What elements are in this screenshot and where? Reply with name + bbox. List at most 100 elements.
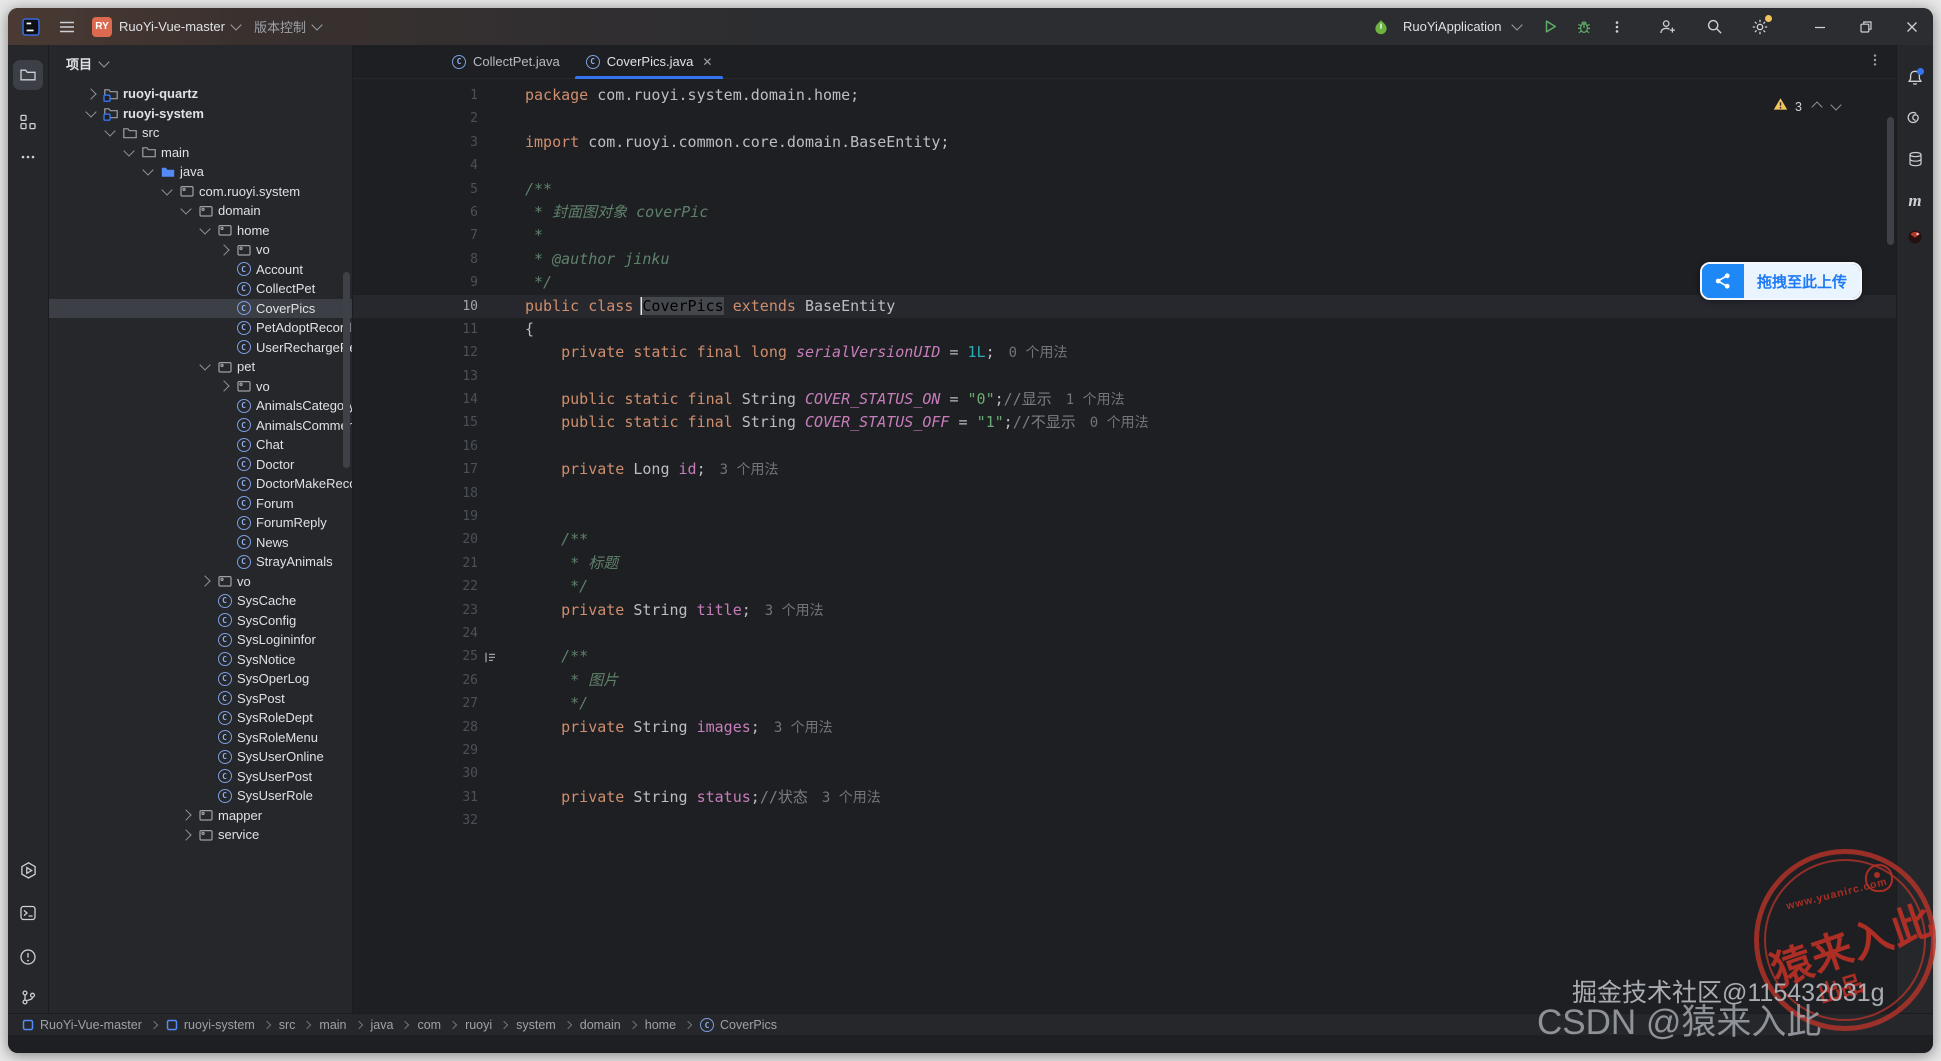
line-number[interactable]: 8 — [353, 248, 478, 271]
tree-item-SysLogininfor[interactable]: C SysLogininfor — [49, 630, 352, 650]
line-number[interactable]: 7 — [353, 224, 478, 247]
add-user-icon[interactable] — [1657, 16, 1679, 38]
project-scrollbar-thumb[interactable] — [343, 272, 350, 468]
code-line-31[interactable]: 31 private String status;//状态 3 个用法 — [353, 786, 1896, 809]
debug-button[interactable] — [1573, 16, 1595, 38]
expand-open-icon[interactable] — [176, 203, 195, 215]
code-line-22[interactable]: 22 */ — [353, 575, 1896, 598]
line-number[interactable]: 22 — [353, 575, 478, 598]
project-widget[interactable]: RY RuoYi-Vue-master — [92, 16, 242, 37]
breadcrumb-ruoyi-system[interactable]: ruoyi-system — [166, 1018, 255, 1032]
tree-item-SysRoleDept[interactable]: C SysRoleDept — [49, 708, 352, 728]
tree-item-ruoyi-system[interactable]: ruoyi-system — [49, 104, 352, 124]
tree-item-Doctor[interactable]: C Doctor — [49, 455, 352, 475]
breadcrumb-RuoYi-Vue-master[interactable]: RuoYi-Vue-master — [22, 1018, 142, 1032]
tree-item-SysUserRole[interactable]: C SysUserRole — [49, 786, 352, 806]
code-editor[interactable]: 1 package com.ruoyi.system.domain.home; 2 3… — [353, 78, 1896, 1013]
line-number[interactable]: 27 — [353, 692, 478, 715]
code-line-29[interactable]: 29 — [353, 739, 1896, 762]
line-number[interactable]: 30 — [353, 762, 478, 785]
code-line-6[interactable]: 6 * 封面图对象 coverPic — [353, 201, 1896, 224]
expand-open-icon[interactable] — [138, 164, 157, 176]
code-line-24[interactable]: 24 — [353, 622, 1896, 645]
editor-tab-CollectPet.java[interactable]: C CollectPet.java — [439, 45, 573, 78]
code-line-19[interactable]: 19 — [353, 505, 1896, 528]
tree-item-src[interactable]: src — [49, 123, 352, 143]
tree-item-domain[interactable]: domain — [49, 201, 352, 221]
breadcrumb-java[interactable]: java — [371, 1018, 394, 1032]
tree-item-SysUserOnline[interactable]: C SysUserOnline — [49, 747, 352, 767]
plugin-icon[interactable] — [1897, 229, 1933, 250]
tree-item-CoverPics[interactable]: C CoverPics — [49, 298, 352, 318]
line-number[interactable]: 31 — [353, 786, 478, 809]
code-line-11[interactable]: 11 { — [353, 318, 1896, 341]
line-number[interactable]: 20 — [353, 528, 478, 551]
line-number[interactable]: 25 — [353, 645, 478, 668]
line-number[interactable]: 19 — [353, 505, 478, 528]
breadcrumb-main[interactable]: main — [319, 1018, 346, 1032]
notifications-bell-icon[interactable] — [1897, 68, 1933, 92]
line-number[interactable]: 32 — [353, 809, 478, 832]
database-icon[interactable] — [1897, 151, 1933, 173]
version-control-icon[interactable] — [8, 989, 48, 1006]
project-panel-header[interactable]: 项目 — [49, 45, 352, 73]
code-line-21[interactable]: 21 * 标题 — [353, 552, 1896, 575]
line-number[interactable]: 28 — [353, 716, 478, 739]
more-dots-icon[interactable] — [8, 149, 48, 165]
tree-item-SysNotice[interactable]: C SysNotice — [49, 650, 352, 670]
vcs-widget[interactable]: 版本控制 — [254, 17, 323, 36]
tree-item-vo[interactable]: vo — [49, 240, 352, 260]
tree-item-service[interactable]: service — [49, 825, 352, 845]
tree-item-SysCache[interactable]: C SysCache — [49, 591, 352, 611]
editor-tab-CoverPics.java[interactable]: C CoverPics.java ✕ — [573, 45, 726, 79]
code-line-32[interactable]: 32 — [353, 809, 1896, 832]
code-line-1[interactable]: 1 package com.ruoyi.system.domain.home; — [353, 84, 1896, 107]
tree-item-StrayAnimals[interactable]: C StrayAnimals — [49, 552, 352, 572]
expand-closed-icon[interactable] — [81, 88, 100, 100]
chevron-down-icon[interactable] — [1510, 18, 1523, 31]
code-line-30[interactable]: 30 — [353, 762, 1896, 785]
line-number[interactable]: 23 — [353, 599, 478, 622]
code-line-3[interactable]: 3 import com.ruoyi.common.core.domain.Bas… — [353, 131, 1896, 154]
line-number[interactable]: 26 — [353, 669, 478, 692]
line-number[interactable]: 17 — [353, 458, 478, 481]
line-number[interactable]: 12 — [353, 341, 478, 364]
code-line-26[interactable]: 26 * 图片 — [353, 669, 1896, 692]
run-configuration-name[interactable]: RuoYiApplication — [1403, 19, 1502, 34]
line-number[interactable]: 13 — [353, 365, 478, 388]
editor-scrollbar-thumb[interactable] — [1887, 117, 1894, 245]
prev-warning-icon[interactable] — [1811, 100, 1823, 113]
ai-assistant-icon[interactable] — [1897, 109, 1933, 131]
line-number[interactable]: 21 — [353, 552, 478, 575]
code-line-28[interactable]: 28 private String images; 3 个用法 — [353, 716, 1896, 739]
line-number[interactable]: 5 — [353, 178, 478, 201]
settings-icon[interactable] — [1749, 14, 1772, 38]
tree-item-DoctorMakeRecord[interactable]: C DoctorMakeRecord — [49, 474, 352, 494]
line-number[interactable]: 1 — [353, 84, 478, 107]
expand-open-icon[interactable] — [195, 359, 214, 371]
tree-item-pet[interactable]: pet — [49, 357, 352, 377]
tree-item-News[interactable]: C News — [49, 533, 352, 553]
code-line-25[interactable]: 25 /** — [353, 645, 1896, 668]
breadcrumb-com[interactable]: com — [417, 1018, 441, 1032]
line-number[interactable]: 4 — [353, 154, 478, 177]
breadcrumb-src[interactable]: src — [279, 1018, 296, 1032]
breadcrumb-system[interactable]: system — [516, 1018, 556, 1032]
tree-item-UserRechargeRecord[interactable]: C UserRechargeRecord — [49, 338, 352, 358]
code-line-12[interactable]: 12 private static final long serialVersi… — [353, 341, 1896, 364]
run-button[interactable] — [1540, 16, 1562, 38]
tree-item-SysRoleMenu[interactable]: C SysRoleMenu — [49, 728, 352, 748]
line-number[interactable]: 15 — [353, 411, 478, 434]
project-folder-icon[interactable] — [8, 60, 48, 90]
tree-item-AnimalsCategory[interactable]: C AnimalsCategory — [49, 396, 352, 416]
tree-item-ruoyi-quartz[interactable]: ruoyi-quartz — [49, 84, 352, 104]
search-icon[interactable] — [1703, 16, 1725, 38]
code-line-23[interactable]: 23 private String title; 3 个用法 — [353, 599, 1896, 622]
tree-item-ForumReply[interactable]: C ForumReply — [49, 513, 352, 533]
code-line-18[interactable]: 18 — [353, 482, 1896, 505]
line-number[interactable]: 29 — [353, 739, 478, 762]
line-number[interactable]: 18 — [353, 482, 478, 505]
tree-item-SysOperLog[interactable]: C SysOperLog — [49, 669, 352, 689]
terminal-icon[interactable] — [8, 904, 48, 922]
main-menu-icon[interactable] — [56, 16, 78, 38]
